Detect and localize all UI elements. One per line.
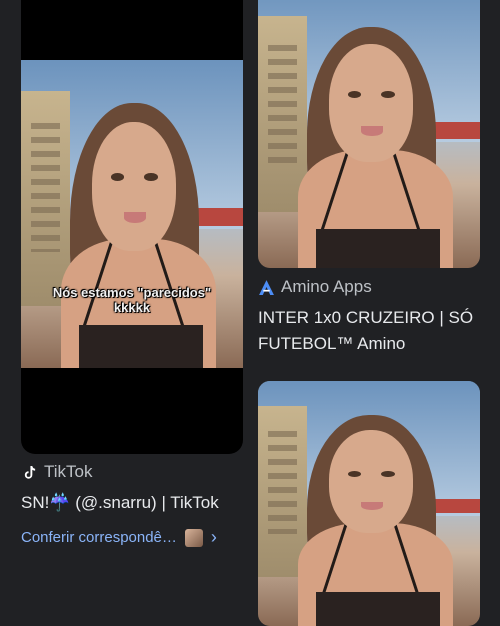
photo-woman-selfie <box>21 60 243 368</box>
photo-woman-selfie <box>258 0 480 268</box>
video-thumbnail[interactable]: Nós estamos "parecidos" kkkkk <box>21 0 243 454</box>
result-title-link[interactable]: SN!☔ (@.snarru) | TikTok <box>21 490 219 516</box>
source-amino[interactable]: Amino Apps <box>258 277 372 297</box>
image-thumbnail-1[interactable] <box>258 0 480 268</box>
caption-line-2: kkkkk <box>113 300 151 315</box>
source-name: TikTok <box>44 462 93 481</box>
see-matches-label: Conferir correspondê… <box>21 529 177 546</box>
title-line-2: FUTEBOL™ Amino <box>258 334 406 353</box>
title-line-1: INTER 1x0 CRUZEIRO | SÓ <box>258 308 474 327</box>
see-matches-link[interactable]: Conferir correspondê… › <box>21 527 217 548</box>
match-thumbnail <box>184 528 203 547</box>
caption-line-1: Nós estamos "parecidos" <box>52 285 212 300</box>
source-tiktok[interactable]: TikTok <box>21 462 93 482</box>
video-caption: Nós estamos "parecidos" kkkkk <box>21 285 243 315</box>
tiktok-icon <box>21 464 38 481</box>
amino-icon <box>258 279 275 296</box>
image-thumbnail-2[interactable] <box>258 381 480 626</box>
result-title-link[interactable]: INTER 1x0 CRUZEIRO | SÓ FUTEBOL™ Amino <box>258 305 473 357</box>
photo-woman-selfie <box>258 381 480 626</box>
source-name: Amino Apps <box>281 277 372 296</box>
chevron-right-icon: › <box>210 527 217 547</box>
